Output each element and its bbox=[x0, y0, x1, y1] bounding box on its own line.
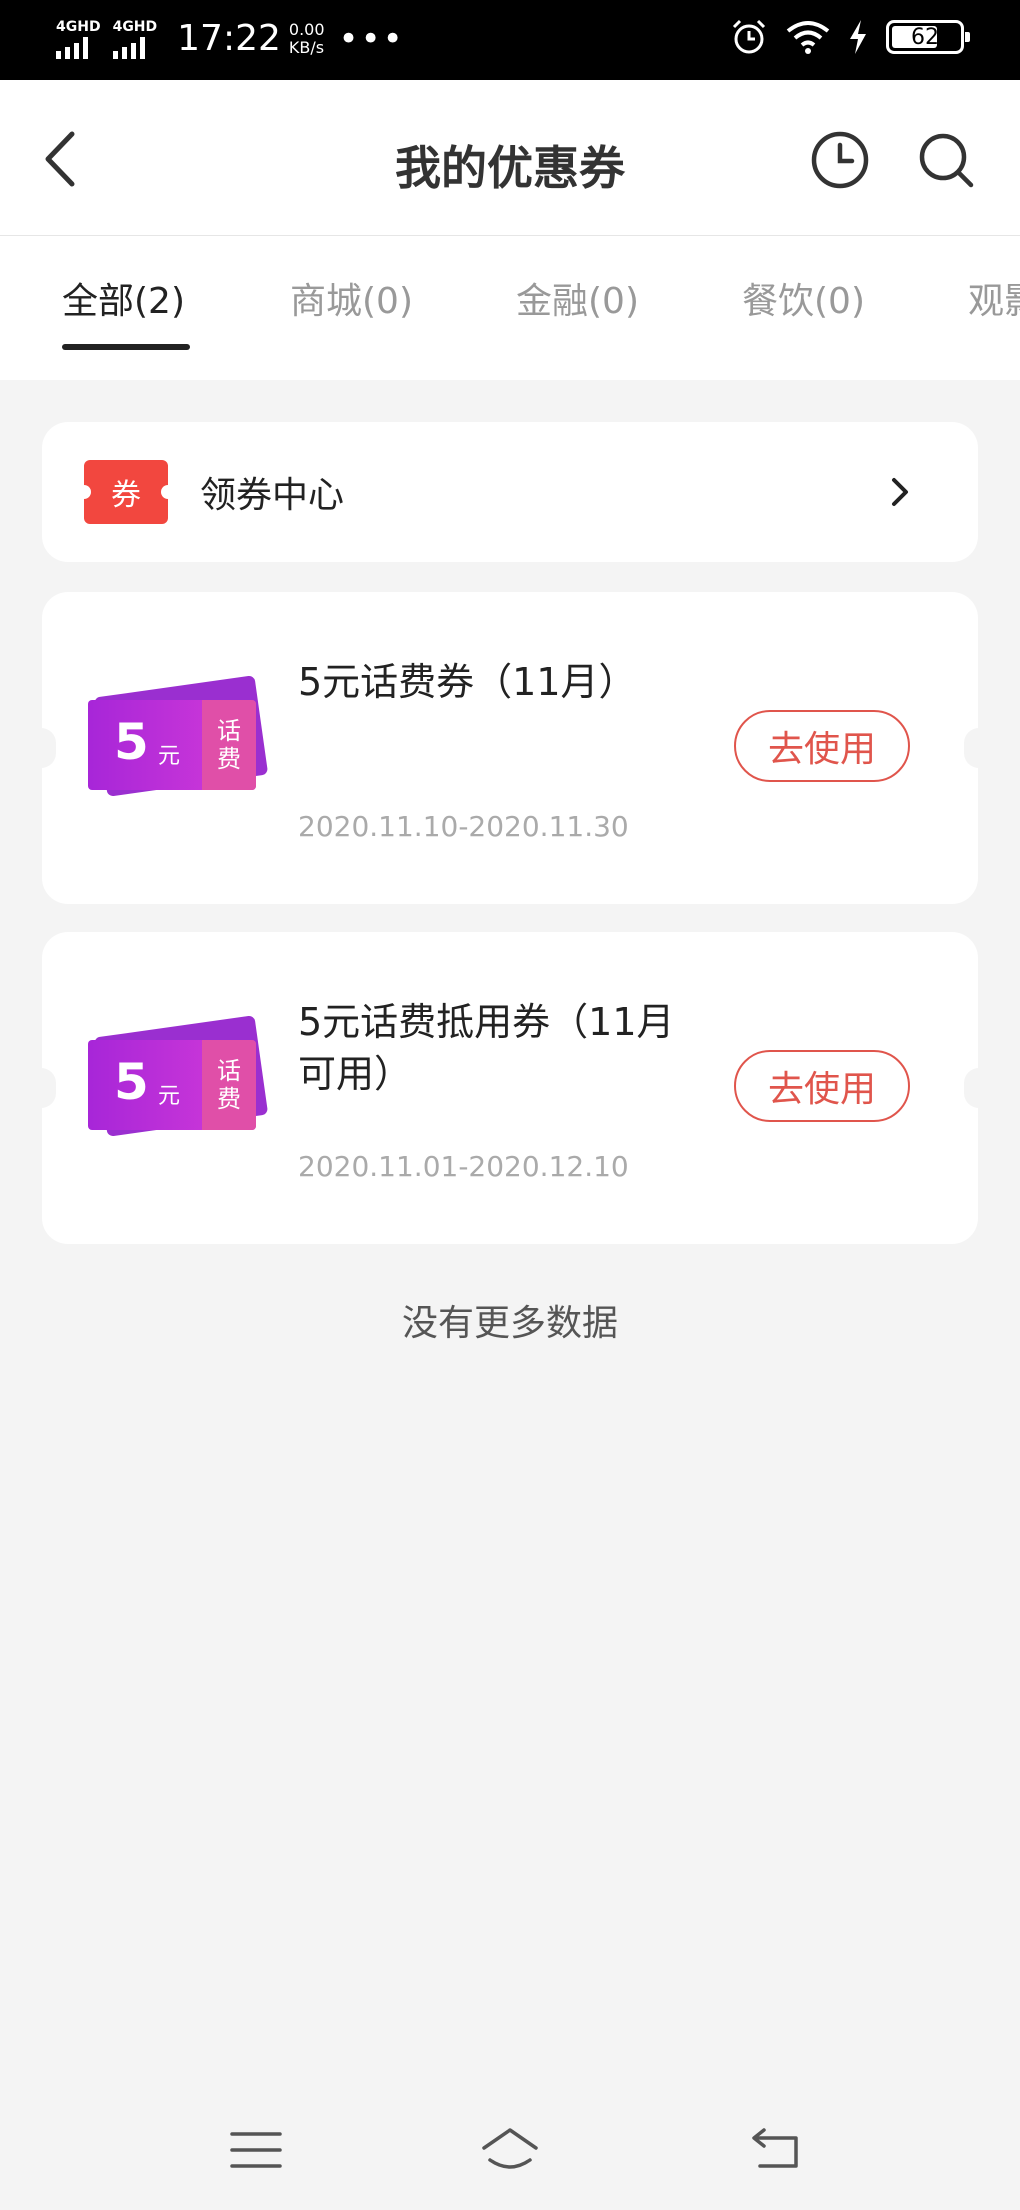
active-tab-indicator bbox=[62, 344, 190, 350]
coupon-center-entry[interactable]: 券 领券中心 bbox=[42, 422, 978, 562]
battery-level: 62 bbox=[911, 24, 939, 50]
speed-value: 0.00 bbox=[288, 20, 325, 39]
tab-finance[interactable]: 金融(0) bbox=[516, 272, 639, 324]
speed-unit: KB/s bbox=[288, 38, 325, 57]
coupon-ticket-icon: 5 元 话 费 bbox=[82, 1015, 269, 1150]
battery-indicator: 62 bbox=[886, 20, 970, 54]
signal-2: 4GHD bbox=[112, 19, 158, 59]
coupon-center-label: 领券中心 bbox=[200, 475, 345, 516]
wifi-icon bbox=[786, 21, 830, 54]
coupon-title: 5元话费券（11月） bbox=[298, 660, 637, 704]
status-time: 17:22 bbox=[177, 18, 281, 59]
coupon-tag-icon: 券 bbox=[77, 460, 175, 524]
coupon-card: 5 元 话 费 5元话费券（11月） 2020.11.10-2020.11.30… bbox=[26, 592, 994, 904]
ticket-amount: 5 bbox=[114, 713, 149, 771]
ticket-type: 话 费 bbox=[202, 1040, 256, 1130]
coupon-ticket-icon: 5 元 话 费 bbox=[82, 675, 269, 810]
coupon-validity: 2020.11.01-2020.12.10 bbox=[298, 1150, 629, 1183]
tab-movies[interactable]: 观影 bbox=[968, 272, 1020, 324]
more-notifications: ••• bbox=[338, 19, 405, 59]
coupon-title: 5元话费抵用券（11月可用） bbox=[298, 1000, 675, 1096]
alarm-icon bbox=[732, 19, 766, 54]
status-bar: 4GHD 4GHD 17:22 0.00 KB/s ••• 62 bbox=[0, 0, 1020, 80]
use-coupon-button[interactable]: 去使用 bbox=[734, 710, 910, 782]
use-coupon-button[interactable]: 去使用 bbox=[734, 1050, 910, 1122]
home-icon[interactable] bbox=[480, 2120, 540, 2180]
signal-bars-icon bbox=[56, 37, 88, 59]
tab-dining[interactable]: 餐饮(0) bbox=[742, 272, 865, 324]
ticket-amount: 5 bbox=[114, 1053, 149, 1111]
ticket-type: 话 费 bbox=[202, 700, 256, 790]
status-left: 4GHD 4GHD 17:22 0.00 KB/s ••• bbox=[56, 14, 405, 64]
screen: 4GHD 4GHD 17:22 0.00 KB/s ••• 62 我的优惠券 全… bbox=[0, 0, 1020, 2210]
history-clock-icon[interactable] bbox=[810, 130, 870, 190]
charging-icon bbox=[850, 20, 866, 54]
ticket-unit: 元 bbox=[158, 744, 181, 769]
search-icon[interactable] bbox=[916, 130, 976, 190]
tab-all[interactable]: 全部(2) bbox=[62, 272, 185, 324]
signal-bars-icon bbox=[112, 37, 145, 59]
back-nav-icon[interactable] bbox=[746, 2120, 806, 2180]
tab-mall[interactable]: 商城(0) bbox=[290, 272, 413, 324]
menu-icon[interactable] bbox=[226, 2120, 286, 2180]
header-bar: 我的优惠券 bbox=[0, 80, 1020, 236]
signal-1: 4GHD bbox=[56, 19, 101, 59]
coupon-validity: 2020.11.10-2020.11.30 bbox=[298, 810, 629, 843]
no-more-data-text: 没有更多数据 bbox=[401, 1303, 618, 1344]
network-speed: 0.00 KB/s bbox=[289, 21, 325, 57]
system-nav-bar bbox=[0, 2090, 1020, 2210]
status-right: 62 bbox=[730, 18, 970, 56]
network-label-2: 4GHD bbox=[112, 19, 158, 35]
ticket-unit: 元 bbox=[158, 1084, 181, 1109]
coupon-card: 5 元 话 费 5元话费抵用券（11月可用） 2020.11.01-2020.1… bbox=[26, 932, 994, 1244]
network-label-1: 4GHD bbox=[56, 19, 101, 35]
category-tabs: 全部(2) 商城(0) 金融(0) 餐饮(0) 观影 bbox=[0, 236, 1020, 380]
chevron-right-icon bbox=[892, 478, 908, 506]
